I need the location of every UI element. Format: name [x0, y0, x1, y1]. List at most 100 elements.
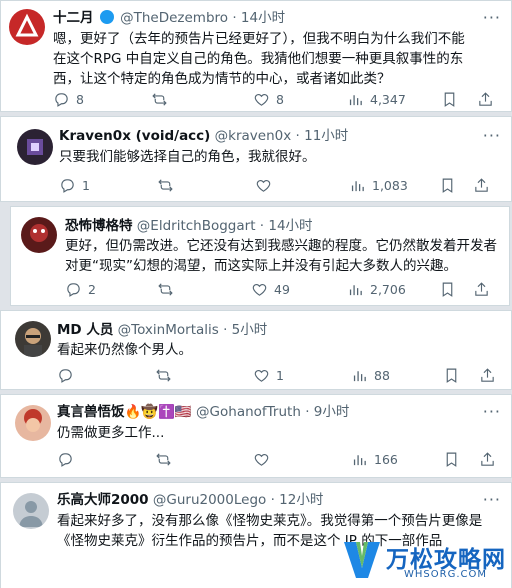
timestamp[interactable]: · 5小时 [223, 322, 267, 338]
views-count: 166 [374, 452, 398, 467]
share-button[interactable] [479, 367, 496, 384]
retweet-button[interactable] [157, 281, 174, 298]
like-button[interactable] [255, 177, 272, 194]
tweet-kraven[interactable]: Kraven0x (void/acc) @kraven0x · 11小时 ···… [1, 117, 511, 201]
bookmark-button[interactable] [439, 281, 456, 298]
like-icon [256, 179, 271, 192]
bookmark-icon [442, 178, 453, 193]
reply-icon [55, 93, 68, 107]
reply-count: 8 [76, 92, 84, 107]
views-button[interactable]: 2,706 [347, 281, 406, 298]
author-handle[interactable]: @kraven0x [215, 128, 292, 144]
author-handle[interactable]: @Guru2000Lego [153, 492, 266, 508]
avatar[interactable] [15, 405, 51, 441]
reply-button[interactable]: 8 [53, 91, 84, 108]
like-icon [254, 369, 269, 382]
retweet-button[interactable] [157, 177, 174, 194]
bookmark-icon [446, 452, 457, 467]
timestamp[interactable]: · 14小时 [232, 10, 285, 26]
timestamp[interactable]: · 12小时 [271, 492, 324, 508]
avatar[interactable] [9, 9, 45, 45]
tweet-text: 仍需做更多工作... [57, 425, 165, 441]
bookmark-button[interactable] [443, 367, 460, 384]
retweet-icon [156, 453, 171, 466]
author-name[interactable]: Kraven0x (void/acc) [59, 128, 210, 144]
like-count: 8 [276, 92, 284, 107]
reply-button[interactable] [57, 451, 74, 468]
reply-button[interactable]: 1 [59, 177, 90, 194]
tweet-toxin[interactable]: MD 人员 @ToxinMortalis · 5小时 看起来仍然像个男人。 1 … [1, 311, 511, 389]
bookmark-icon [446, 368, 457, 383]
tweet-dezembro[interactable]: 十二月 @TheDezembro · 14小时 ··· 嗯，更好了（去年的预告片… [1, 1, 511, 111]
retweet-button[interactable] [155, 451, 172, 468]
tweet-panel-3: 恐怖博格特 @EldritchBoggart · 14小时 更好，但仍需改进。它… [10, 206, 510, 306]
views-button[interactable]: 1,083 [349, 177, 408, 194]
tweet-panel-4: MD 人员 @ToxinMortalis · 5小时 看起来仍然像个男人。 1 … [0, 310, 512, 390]
avatar[interactable] [15, 321, 51, 357]
avatar[interactable] [17, 129, 53, 165]
author-name[interactable]: 真言兽悟饭🔥🤠✝️🇺🇸 [57, 404, 192, 420]
retweet-button[interactable] [155, 367, 172, 384]
author-name[interactable]: 十二月 [53, 10, 94, 26]
more-icon[interactable]: ··· [483, 128, 501, 144]
more-icon[interactable]: ··· [483, 492, 501, 508]
tweet-eldritch[interactable]: 恐怖博格特 @EldritchBoggart · 14小时 更好，但仍需改进。它… [11, 207, 509, 305]
share-icon [481, 452, 494, 466]
share-button[interactable] [473, 177, 490, 194]
avatar[interactable] [13, 493, 49, 529]
views-button[interactable]: 4,347 [347, 91, 406, 108]
author-name[interactable]: 乐高大师2000 [57, 492, 149, 508]
share-button[interactable] [473, 281, 490, 298]
reply-icon [61, 179, 74, 193]
author-name[interactable]: MD 人员 [57, 322, 113, 338]
views-button[interactable]: 88 [351, 367, 390, 384]
tweet-actions: 1 88 [57, 367, 503, 387]
like-count: 49 [274, 282, 290, 297]
tweet-panel-5: 真言兽悟饭🔥🤠✝️🇺🇸 @GohanofTruth · 9小时 ··· 仍需做更… [0, 394, 512, 478]
views-count: 1,083 [372, 178, 408, 193]
retweet-icon [156, 369, 171, 382]
reply-count: 2 [88, 282, 96, 297]
like-button[interactable] [253, 451, 270, 468]
like-icon [254, 453, 269, 466]
reply-icon [59, 369, 72, 383]
bookmark-button[interactable] [439, 177, 456, 194]
author-handle[interactable]: @TheDezembro [120, 10, 228, 26]
like-button[interactable]: 8 [253, 91, 284, 108]
bookmark-button[interactable] [443, 451, 460, 468]
timestamp[interactable]: · 9小时 [305, 404, 349, 420]
tweet-gohan[interactable]: 真言兽悟饭🔥🤠✝️🇺🇸 @GohanofTruth · 9小时 ··· 仍需做更… [1, 395, 511, 477]
bookmark-icon [444, 92, 455, 107]
timestamp[interactable]: · 14小时 [260, 218, 313, 234]
like-count: 1 [276, 368, 284, 383]
timestamp[interactable]: · 11小时 [296, 128, 349, 144]
tweet-panel-2: Kraven0x (void/acc) @kraven0x · 11小时 ···… [0, 116, 512, 202]
views-icon [351, 181, 364, 192]
reply-button[interactable] [57, 367, 74, 384]
views-icon [349, 95, 362, 106]
retweet-button[interactable] [151, 91, 174, 108]
share-button[interactable] [479, 451, 496, 468]
bookmark-button[interactable] [441, 91, 458, 108]
tweet-text: 只要我们能够选择自己的角色，我就很好。 [59, 149, 316, 165]
author-name[interactable]: 恐怖博格特 [65, 218, 133, 234]
avatar[interactable] [21, 217, 57, 253]
share-icon [475, 178, 488, 192]
tweet-actions: 1 1,083 [59, 177, 499, 197]
tweet-actions: 2 49 2,706 [65, 281, 495, 301]
reply-count: 1 [82, 178, 90, 193]
like-button[interactable]: 1 [253, 367, 284, 384]
views-icon [349, 285, 362, 296]
author-handle[interactable]: @EldritchBoggart [137, 218, 256, 234]
views-button[interactable]: 166 [351, 451, 398, 468]
share-button[interactable] [477, 91, 494, 108]
more-icon[interactable]: ··· [483, 404, 501, 420]
author-handle[interactable]: @GohanofTruth [196, 404, 301, 420]
bookmark-icon [442, 282, 453, 297]
more-icon[interactable]: ··· [483, 10, 501, 26]
reply-button[interactable]: 2 [65, 281, 96, 298]
author-handle[interactable]: @ToxinMortalis [118, 322, 219, 338]
like-button[interactable]: 49 [251, 281, 290, 298]
verified-badge-icon [99, 10, 114, 24]
retweet-icon [158, 179, 173, 192]
